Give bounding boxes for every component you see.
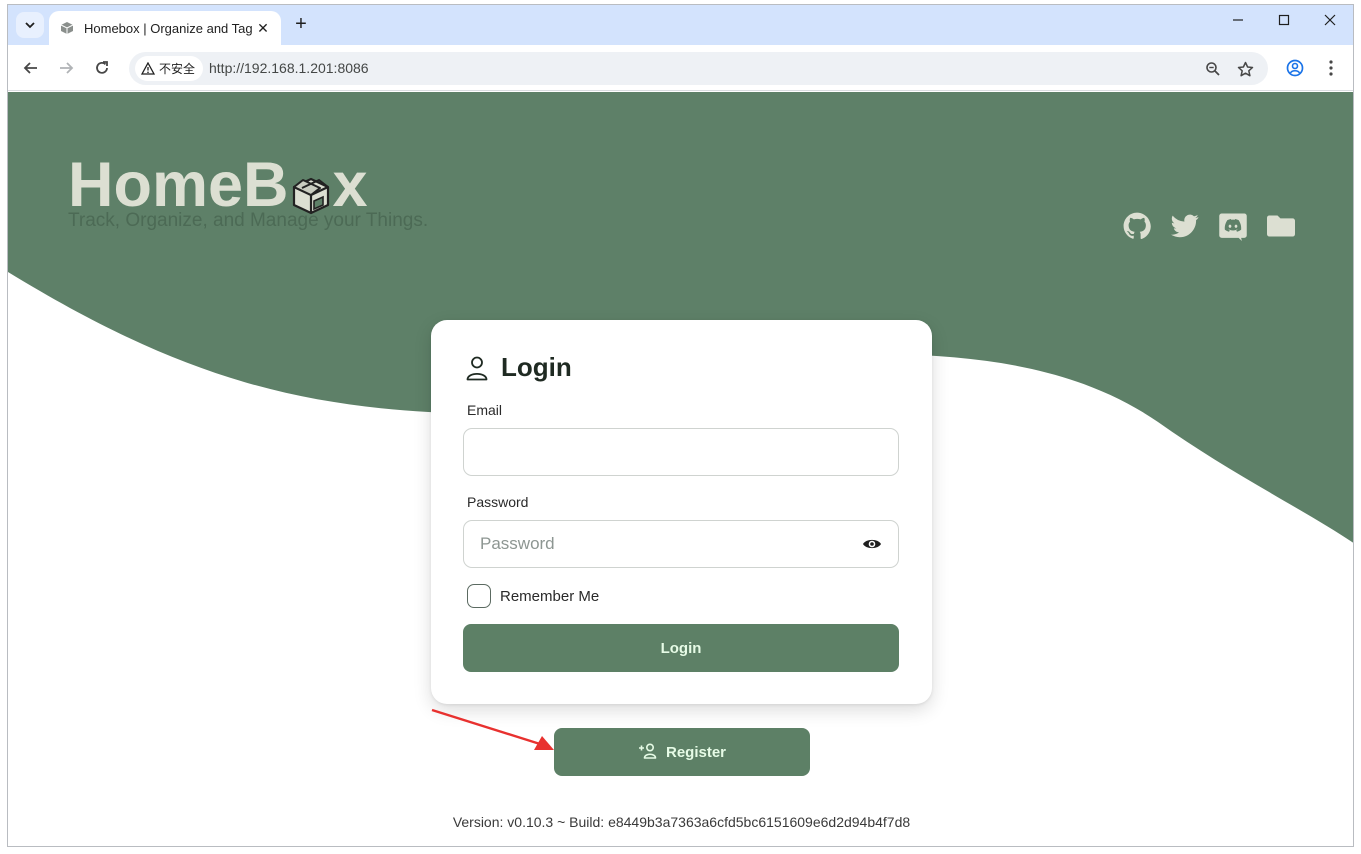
back-button[interactable] xyxy=(20,57,42,79)
bookmark-button[interactable] xyxy=(1235,59,1255,79)
url-text[interactable]: http://192.168.1.201:8086 xyxy=(209,60,369,76)
profile-icon xyxy=(1286,59,1304,77)
browser-window: Homebox | Organize and Tag ✕ + 不安全 http:… xyxy=(7,4,1354,847)
remember-me-label[interactable]: Remember Me xyxy=(500,588,599,605)
login-button[interactable]: Login xyxy=(463,624,899,672)
twitter-icon xyxy=(1171,214,1199,238)
remember-me-checkbox[interactable] xyxy=(467,584,491,608)
maximize-button[interactable] xyxy=(1261,13,1307,31)
login-card: Login Email Password Remember Me Login xyxy=(431,320,932,704)
maximize-icon xyxy=(1278,14,1290,26)
browser-toolbar: 不安全 http://192.168.1.201:8086 xyxy=(8,45,1353,91)
security-chip[interactable]: 不安全 xyxy=(135,56,204,81)
twitter-link[interactable] xyxy=(1169,210,1201,242)
password-label: Password xyxy=(467,494,529,510)
user-icon xyxy=(465,354,489,382)
discord-icon xyxy=(1219,213,1247,241)
zoom-out-icon xyxy=(1206,62,1220,76)
arrow-left-icon xyxy=(23,62,37,74)
zoom-button[interactable] xyxy=(1203,59,1223,79)
minimize-icon xyxy=(1233,19,1243,21)
tab-title: Homebox | Organize and Tag xyxy=(84,20,252,36)
github-link[interactable] xyxy=(1121,210,1153,242)
register-label: Register xyxy=(665,743,727,761)
active-tab[interactable]: Homebox | Organize and Tag ✕ xyxy=(49,11,281,45)
brand-tagline: Track, Organize, and Manage your Things. xyxy=(68,210,429,231)
close-window-button[interactable] xyxy=(1307,13,1353,31)
password-input[interactable] xyxy=(480,534,854,554)
close-icon xyxy=(1324,14,1336,26)
user-plus-icon xyxy=(638,743,658,761)
email-field[interactable] xyxy=(463,428,899,476)
menu-button[interactable] xyxy=(1320,57,1342,79)
forward-button[interactable] xyxy=(55,57,77,79)
more-vertical-icon xyxy=(1329,60,1333,76)
new-tab-button[interactable]: + xyxy=(290,14,312,36)
login-header: Login xyxy=(465,352,572,383)
register-button[interactable]: Register xyxy=(554,728,810,776)
annotation-arrow xyxy=(431,708,554,750)
tab-strip: Homebox | Organize and Tag ✕ + xyxy=(8,5,1353,45)
profile-button[interactable] xyxy=(1284,57,1306,79)
tab-search-button[interactable] xyxy=(16,12,44,38)
tab-close-icon[interactable]: ✕ xyxy=(255,20,271,37)
homebox-box-icon xyxy=(59,20,75,36)
github-icon xyxy=(1123,212,1151,239)
brand-block: HomeB x Track, Organize, and Manage your… xyxy=(68,152,428,232)
email-label: Email xyxy=(467,402,503,418)
discord-link[interactable] xyxy=(1217,210,1249,242)
star-icon xyxy=(1237,61,1253,76)
login-title: Login xyxy=(501,352,572,382)
brand-logo: HomeB x xyxy=(68,152,428,218)
version-footer: Version: v0.10.3 ~ Build: e8449b3a7363a6… xyxy=(452,814,911,830)
password-field[interactable] xyxy=(463,520,899,568)
chevron-down-icon xyxy=(25,22,35,29)
docs-link[interactable] xyxy=(1265,210,1297,242)
show-password-icon[interactable] xyxy=(862,533,882,555)
reload-icon xyxy=(96,61,108,74)
minimize-button[interactable] xyxy=(1215,13,1261,31)
security-label: 不安全 xyxy=(159,62,196,76)
warning-triangle-icon xyxy=(141,62,155,75)
brand-name-end: x xyxy=(332,150,368,220)
brand-name-start: HomeB xyxy=(68,150,289,220)
arrow-right-icon xyxy=(60,62,74,74)
reload-button[interactable] xyxy=(91,57,113,79)
email-input[interactable] xyxy=(480,442,882,462)
folder-icon xyxy=(1267,215,1295,237)
remember-me-row[interactable]: Remember Me xyxy=(467,584,599,608)
page-viewport: HomeB x Track, Organize, and Manage your… xyxy=(8,92,1353,846)
box-logo-icon xyxy=(290,163,332,215)
address-bar[interactable]: 不安全 http://192.168.1.201:8086 xyxy=(129,52,1268,85)
